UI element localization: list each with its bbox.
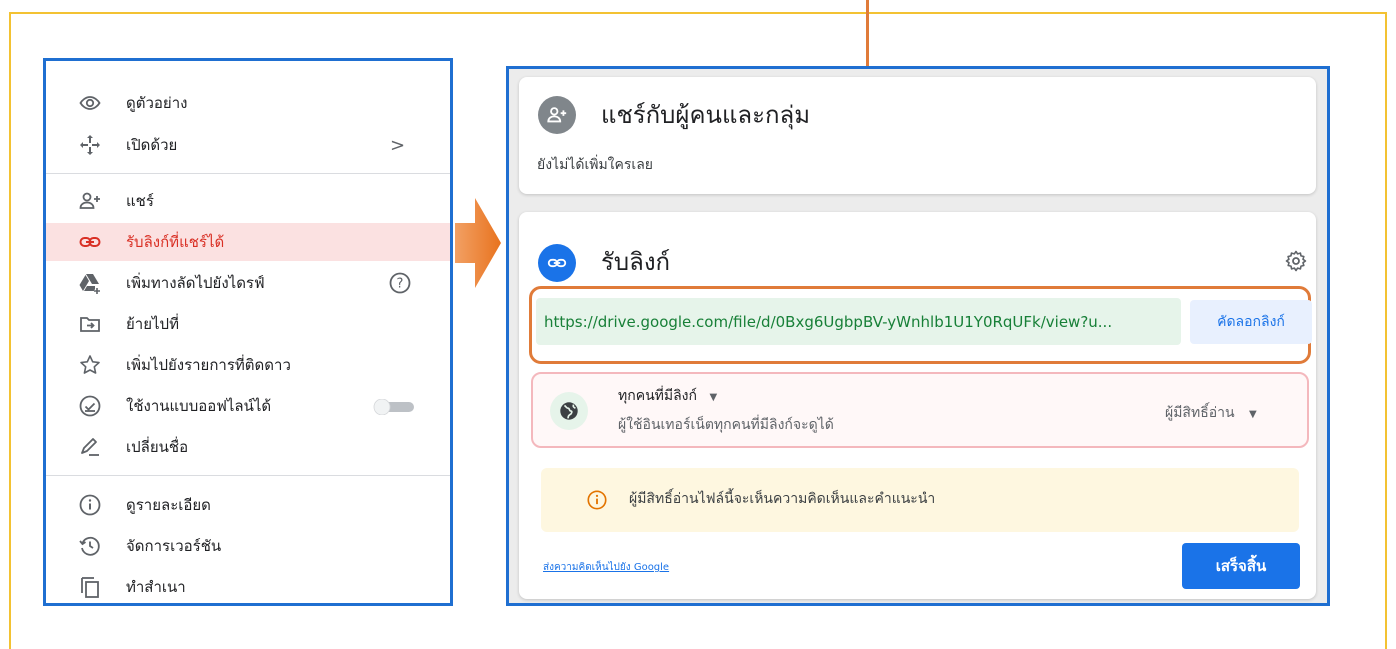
notice-text: ผู้มีสิทธิ์อ่านไฟล์นี้จะเห็นความคิดเห็นแ… (629, 491, 936, 507)
link-icon (538, 244, 576, 282)
menu-divider (46, 475, 450, 476)
menu-item-move-to[interactable]: ย้ายไปที่ (46, 305, 450, 343)
move-to-icon (76, 312, 104, 336)
done-button[interactable]: เสร็จสิ้น (1182, 543, 1300, 589)
menu-item-label: เพิ่มทางลัดไปยังไดรฟ์ (126, 274, 265, 292)
menu-item-label: ย้ายไปที่ (126, 315, 179, 333)
role-dropdown[interactable]: ผู้มีสิทธิ์อ่าน ▼ (1165, 402, 1257, 424)
menu-item-add-shortcut[interactable]: เพิ่มทางลัดไปยังไดรฟ์ ? (46, 264, 450, 302)
access-dropdown[interactable]: ทุกคนที่มีลิงก์ ▼ (618, 385, 717, 407)
info-icon (76, 493, 104, 517)
feedback-link[interactable]: ส่งความคิดเห็นไปยัง Google (543, 560, 669, 575)
svg-text:?: ? (397, 277, 404, 292)
rename-icon (76, 435, 104, 459)
link-icon (76, 230, 104, 254)
menu-item-label: ดูตัวอย่าง (126, 94, 188, 112)
eye-icon (76, 91, 104, 115)
offline-toggle[interactable] (370, 398, 416, 416)
menu-item-details[interactable]: ดูรายละเอียด (46, 486, 450, 524)
help-icon[interactable]: ? (388, 271, 412, 295)
menu-item-label: เปิดด้วย (126, 136, 178, 154)
person-add-icon (538, 96, 576, 134)
copy-link-button[interactable]: คัดลอกลิงก์ (1190, 300, 1312, 344)
history-icon (76, 534, 104, 558)
menu-divider (46, 173, 450, 174)
get-link-card: รับลิงก์ https://drive.google.com/file/d… (519, 212, 1316, 599)
menu-item-rename[interactable]: เปลี่ยนชื่อ (46, 428, 450, 466)
menu-item-make-copy[interactable]: ทำสำเนา (46, 568, 450, 603)
general-access-row: ทุกคนที่มีลิงก์ ▼ ผู้ใช้อินเทอร์เน็ตทุกค… (531, 372, 1309, 448)
menu-item-label: ดูรายละเอียด (126, 496, 211, 514)
menu-item-share[interactable]: แชร์ (46, 182, 450, 220)
menu-item-label: ทำสำเนา (126, 578, 186, 596)
menu-item-preview[interactable]: ดูตัวอย่าง (46, 84, 450, 122)
share-dialog: แชร์กับผู้คนและกลุ่ม ยังไม่ได้เพิ่มใครเล… (506, 66, 1330, 606)
menu-item-open-with[interactable]: เปิดด้วย > (46, 126, 450, 164)
share-url-field[interactable]: https://drive.google.com/file/d/0Bxg6Ugb… (536, 298, 1181, 345)
menu-item-label: รับลิงก์ที่แชร์ได้ (126, 233, 225, 251)
menu-item-label: แชร์ (126, 192, 154, 210)
copy-icon (76, 575, 104, 599)
menu-item-offline[interactable]: ใช้งานแบบออฟไลน์ได้ (46, 387, 450, 425)
access-label: ทุกคนที่มีลิงก์ (618, 388, 697, 404)
info-icon (586, 489, 608, 511)
chevron-right-icon: > (390, 134, 406, 156)
menu-item-get-link[interactable]: รับลิงก์ที่แชร์ได้ (46, 223, 450, 261)
share-people-card: แชร์กับผู้คนและกลุ่ม ยังไม่ได้เพิ่มใครเล… (519, 77, 1316, 194)
context-menu: ดูตัวอย่าง เปิดด้วย > แชร์ รับลิงก์ที่แช… (43, 58, 453, 606)
menu-item-label: เปลี่ยนชื่อ (126, 438, 189, 456)
menu-item-label: ใช้งานแบบออฟไลน์ได้ (126, 397, 272, 415)
person-add-icon (76, 189, 104, 213)
access-description: ผู้ใช้อินเทอร์เน็ตทุกคนที่มีลิงก์จะดูได้ (618, 417, 834, 433)
menu-item-add-starred[interactable]: เพิ่มไปยังรายการที่ติดดาว (46, 346, 450, 384)
annotation-arrow (455, 198, 501, 288)
caret-down-icon: ▼ (709, 392, 718, 403)
globe-icon (550, 392, 588, 430)
share-subtitle: ยังไม่ได้เพิ่มใครเลย (537, 157, 653, 173)
menu-item-versions[interactable]: จัดการเวอร์ชัน (46, 527, 450, 565)
share-url: https://drive.google.com/file/d/0Bxg6Ugb… (544, 312, 1113, 331)
offline-icon (76, 394, 104, 418)
share-title: แชร์กับผู้คนและกลุ่ม (601, 101, 811, 129)
drive-shortcut-icon (76, 271, 104, 295)
open-with-icon (76, 133, 104, 157)
menu-item-label: จัดการเวอร์ชัน (126, 537, 222, 555)
viewer-notice: ผู้มีสิทธิ์อ่านไฟล์นี้จะเห็นความคิดเห็นแ… (541, 468, 1299, 532)
star-icon (76, 353, 104, 377)
role-label: ผู้มีสิทธิ์อ่าน (1165, 405, 1235, 421)
link-title: รับลิงก์ (601, 248, 671, 276)
menu-item-label: เพิ่มไปยังรายการที่ติดดาว (126, 356, 291, 374)
caret-down-icon: ▼ (1249, 409, 1257, 420)
gear-icon[interactable] (1284, 249, 1308, 273)
